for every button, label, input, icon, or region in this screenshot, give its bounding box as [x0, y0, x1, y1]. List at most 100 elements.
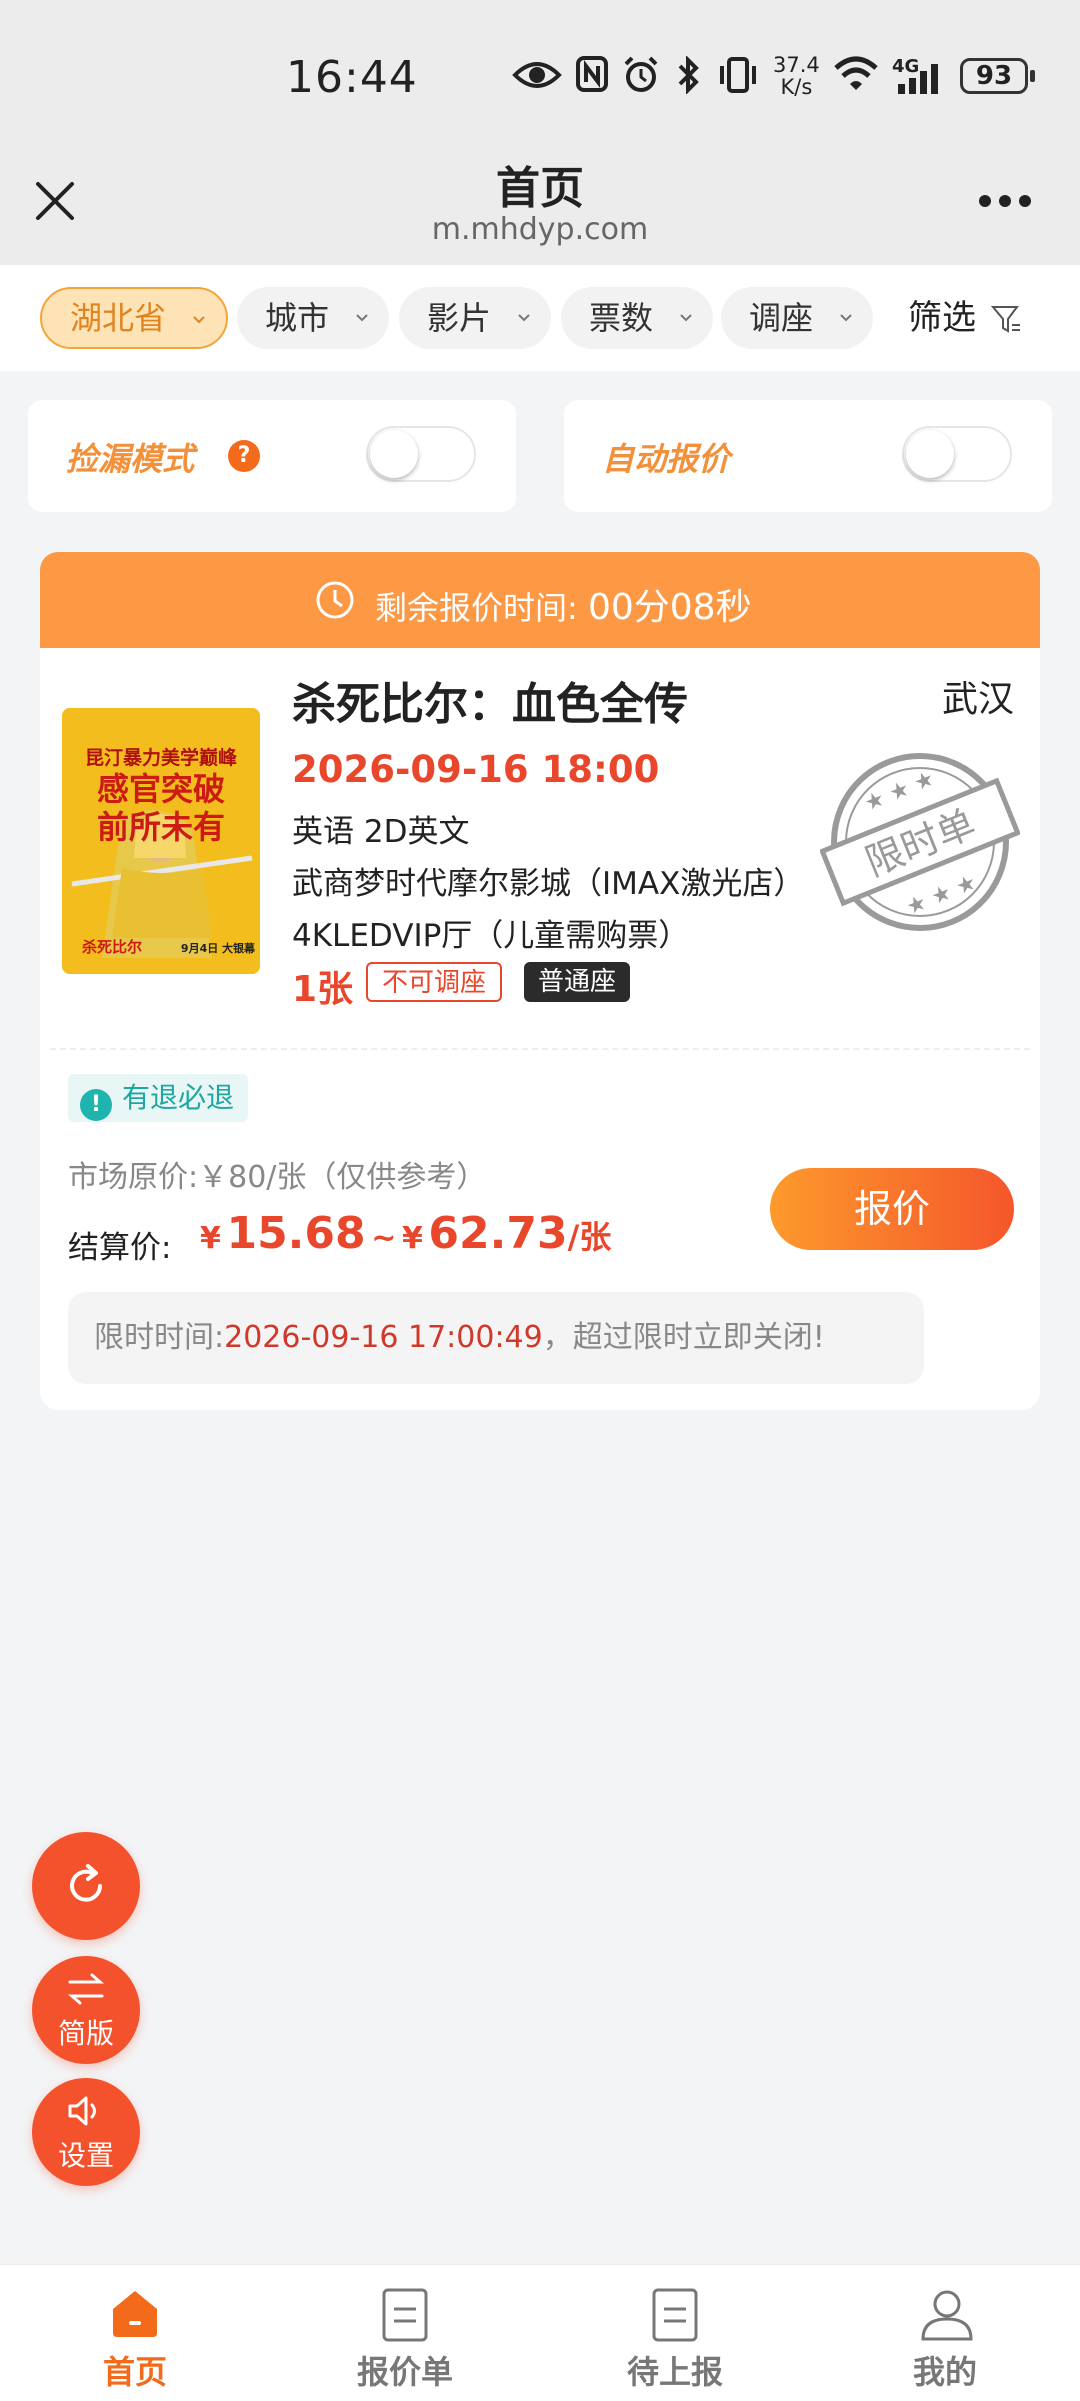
eye-icon	[512, 62, 562, 88]
filter-movie-chip[interactable]: 影片	[399, 287, 551, 349]
refund-badge-label: 有退必退	[122, 1081, 235, 1114]
refresh-icon	[70, 1864, 102, 1902]
ticket-quantity: 1张	[292, 969, 354, 1010]
nav-item-quotes[interactable]: 报价单	[270, 2265, 540, 2401]
vibrate-icon	[720, 57, 756, 93]
auto-quote-label: 自动报价	[602, 440, 731, 478]
countdown-label: 剩余报价时间:	[375, 589, 578, 627]
filter-chip-label: 票数	[589, 299, 654, 337]
swap-icon	[68, 1973, 104, 2005]
nav-label: 待上报	[626, 2353, 723, 2391]
page-url: m.mhdyp.com	[431, 212, 649, 247]
simple-mode-button[interactable]: 简版	[32, 1956, 140, 2064]
auto-quote-card: 自动报价	[564, 400, 1052, 512]
settle-price-label: 结算价:	[68, 1230, 172, 1266]
home-icon	[113, 2291, 157, 2337]
countdown-text: 剩余报价时间: 00分08秒	[375, 578, 752, 630]
net-speed: 37.4 K/s	[773, 53, 820, 99]
speaker-icon	[68, 2096, 96, 2126]
chevron-down-icon	[518, 314, 530, 322]
auto-quote-toggle[interactable]	[902, 426, 1012, 482]
chevron-down-icon	[356, 314, 368, 322]
no-seat-swap-tag: 不可调座	[366, 962, 503, 1002]
poster-tagline: 昆汀暴力美学巅峰	[85, 746, 238, 769]
pickup-mode-card: 捡漏模式 ?	[28, 400, 516, 512]
filter-city-chip[interactable]: 城市	[237, 287, 389, 349]
deadline-time: 2026-09-16 17:00:49	[224, 1320, 543, 1355]
filter-seat-swap-chip[interactable]: 调座	[721, 287, 873, 349]
poster-title: 杀死比尔	[82, 938, 142, 956]
document-icon	[652, 2288, 698, 2342]
nav-item-profile[interactable]: 我的	[810, 2265, 1080, 2401]
toggle-knob	[906, 430, 954, 478]
document-icon	[382, 2288, 428, 2342]
movie-poster[interactable]: 昆汀暴力美学巅峰 感官突破 前所未有 杀死比尔 9月4日 大银幕	[62, 708, 260, 974]
deadline-notice: 限时时间:2026-09-16 17:00:49，超过限时立即关闭!	[68, 1292, 924, 1384]
info-icon: !	[80, 1089, 112, 1121]
deadline-label: 限时时间:	[94, 1320, 225, 1355]
poster-image: 昆汀暴力美学巅峰 感官突破 前所未有 杀死比尔 9月4日 大银幕	[62, 708, 260, 974]
limited-order-stamp: 限时单 ★ ★ ★ ★ ★ ★	[820, 753, 1020, 931]
poster-headline-2: 前所未有	[97, 808, 225, 846]
filter-chip-label: 影片	[427, 299, 492, 337]
chevron-down-icon	[840, 314, 852, 322]
hall-name: 4KLEDVIP厅（儿童需购票）	[292, 918, 690, 954]
alarm-icon	[624, 56, 658, 92]
clock-icon	[316, 581, 354, 619]
currency-symbol: ¥	[401, 1221, 423, 1256]
filter-province-chip[interactable]: 湖北省	[40, 287, 228, 349]
signal-icon	[898, 64, 938, 94]
toggle-knob	[370, 430, 418, 478]
currency-symbol: ¥	[200, 1221, 221, 1256]
wifi-icon	[834, 56, 878, 90]
countdown-bar: 剩余报价时间: 00分08秒	[40, 552, 1040, 648]
nav-label: 首页	[102, 2353, 167, 2391]
help-icon[interactable]: ?	[228, 440, 260, 472]
filter-icon[interactable]	[990, 303, 1022, 335]
title-bar: 首页 m.mhdyp.com	[0, 150, 1080, 266]
nav-label: 报价单	[356, 2353, 453, 2391]
nav-label: 我的	[912, 2353, 977, 2391]
order-card: 剩余报价时间: 00分08秒 昆汀暴力美学巅峰 感官突破 前所未有 杀死比尔 9…	[40, 552, 1040, 1410]
showtime: 2026-09-16 18:00	[292, 748, 660, 791]
divider	[50, 1048, 1030, 1050]
nfc-icon	[576, 56, 608, 92]
status-time: 16:44	[286, 52, 418, 103]
deadline-suffix: ，超过限时立即关闭!	[542, 1320, 825, 1355]
nav-item-pending[interactable]: 待上报	[540, 2265, 810, 2401]
poster-date: 9月4日 大银幕	[181, 941, 256, 955]
page-title: 首页	[496, 163, 584, 214]
city-label: 武汉	[942, 679, 1015, 720]
pickup-mode-toggle[interactable]	[366, 426, 476, 482]
filter-chip-label: 城市	[265, 299, 330, 337]
bottom-nav: 首页 报价单 待上报 我的	[0, 2264, 1080, 2401]
settle-price-range: ¥ 15.68 ~ ¥ 62.73/张	[200, 1208, 611, 1259]
price-max: 62.73	[428, 1208, 568, 1259]
more-options-icon[interactable]	[978, 194, 1032, 208]
movie-title: 杀死比尔：血色全传	[292, 679, 688, 730]
chevron-down-icon	[680, 314, 692, 322]
price-unit: /张	[567, 1218, 612, 1256]
quote-button[interactable]: 报价	[770, 1168, 1014, 1250]
seat-type-tag: 普通座	[524, 962, 631, 1002]
filter-chip-label: 湖北省	[70, 299, 167, 337]
price-separator: ~	[371, 1221, 397, 1256]
refund-badge: ! 有退必退	[68, 1074, 249, 1122]
market-price: 市场原价:￥80/张（仅供参考）	[68, 1160, 487, 1195]
refresh-button[interactable]	[32, 1832, 140, 1940]
price-min: 15.68	[226, 1208, 366, 1259]
language-format: 英语 2D英文	[292, 814, 470, 850]
nav-item-home[interactable]: 首页	[0, 2265, 270, 2401]
pickup-mode-label: 捡漏模式	[66, 440, 195, 478]
poster-headline-1: 感官突破	[97, 770, 225, 808]
filter-bar: 湖北省 城市 影片 票数 调座 筛选	[0, 265, 1080, 371]
countdown-value: 00分08秒	[587, 587, 752, 628]
battery-indicator: 93	[960, 58, 1035, 94]
bluetooth-icon	[678, 56, 699, 94]
filter-ticket-count-chip[interactable]: 票数	[561, 287, 713, 349]
cinema-name: 武商梦时代摩尔影城（IMAX激光店）	[292, 866, 805, 902]
simple-mode-label: 简版	[57, 2017, 114, 2050]
settings-button[interactable]: 设置	[32, 2078, 140, 2186]
filter-button-label[interactable]: 筛选	[908, 287, 976, 349]
settings-label: 设置	[57, 2139, 114, 2172]
